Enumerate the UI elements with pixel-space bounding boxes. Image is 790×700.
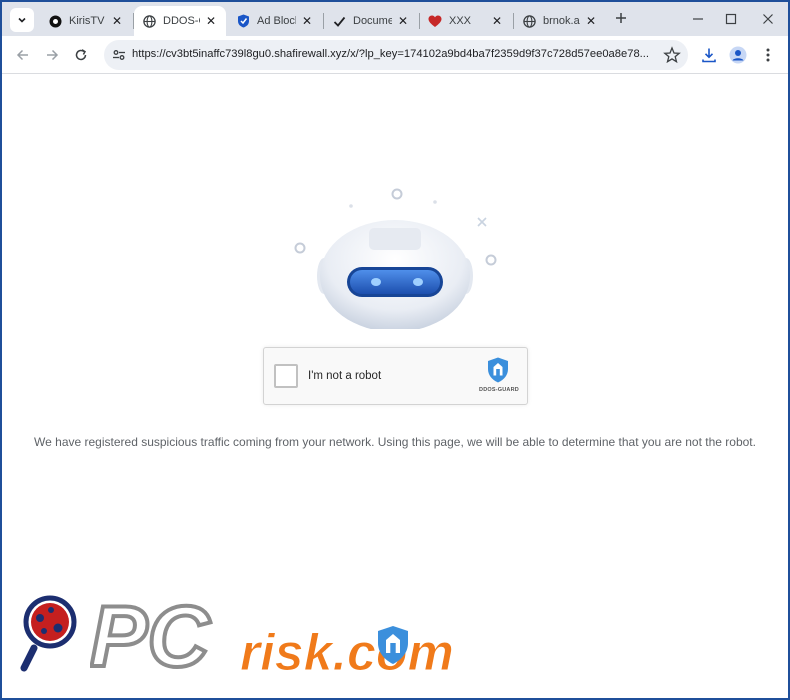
captcha-widget: I'm not a robot DDOS-GUARD [263,347,528,405]
arrow-right-icon [47,49,59,61]
tab-strip: KirisTV – ✕ DDOS-G ✕ Ad Block ✕ Documen … [2,2,788,36]
close-icon[interactable]: ✕ [110,14,124,28]
close-icon[interactable]: ✕ [396,14,410,28]
tab-kiristv[interactable]: KirisTV – ✕ [40,6,132,36]
robot-checkbox[interactable] [274,364,298,388]
captcha-label: I'm not a robot [308,370,382,382]
avatar-icon [729,46,747,64]
tab-search-button[interactable] [10,8,34,32]
globe-icon [522,14,536,28]
site-settings-icon[interactable] [112,48,126,62]
menu-button[interactable] [758,45,778,65]
robot-illustration-icon [294,188,497,329]
tab-title: brnok.ac [543,15,580,27]
wordmark-pc: PC [90,594,211,685]
bookmark-star-icon[interactable] [663,46,681,64]
plus-icon [616,13,626,23]
arrow-left-icon [16,49,28,61]
tab-ddos-guard[interactable]: DDOS-G ✕ [134,6,226,36]
ddos-shield-icon [488,357,508,383]
profile-button[interactable] [728,45,748,65]
downloads-button[interactable] [699,45,719,65]
magnifier-logo-icon [20,595,77,672]
globe-icon [142,14,156,28]
browser-window: KirisTV – ✕ DDOS-G ✕ Ad Block ✕ Documen … [0,0,790,700]
maximize-button[interactable] [719,8,743,30]
minimize-icon [693,18,703,20]
new-tab-button[interactable] [611,9,631,29]
download-icon [702,48,716,63]
heart-icon [428,14,442,28]
tab-title: XXX [449,15,472,27]
close-icon[interactable]: ✕ [584,14,598,28]
circle-logo-icon [48,14,62,28]
ddos-guard-brand: DDOS-GUARD [479,387,519,393]
tab-title: DDOS-G [163,15,200,27]
tab-title: Ad Block [257,15,296,27]
toolbar: https://cv3bt5inaffc739l8gu0.shafirewall… [2,36,788,74]
url-text[interactable]: https://cv3bt5inaffc739l8gu0.shafirewall… [132,48,662,60]
wordmark-risk: risk.com [240,624,454,682]
close-icon [763,14,773,24]
maximize-icon [725,13,737,25]
tab-title: Documen [353,15,392,27]
shield-icon [236,14,250,28]
more-vertical-icon [766,48,770,62]
tab-brnok[interactable]: brnok.ac ✕ [514,6,606,36]
tab-ad-block[interactable]: Ad Block ✕ [228,6,322,36]
warning-message: We have registered suspicious traffic co… [34,435,756,449]
back-button[interactable] [12,44,34,66]
chevron-down-icon [18,17,26,23]
minimize-button[interactable] [686,8,710,30]
reload-button[interactable] [70,44,92,66]
tab-xxx[interactable]: XXX ✕ [420,6,512,36]
ddos-guard-logo: DDOS-GUARD [475,357,519,399]
reload-icon [75,49,87,61]
close-icon[interactable]: ✕ [204,14,218,28]
close-icon[interactable]: ✕ [490,14,504,28]
tab-title: KirisTV – [69,15,106,27]
address-bar[interactable]: https://cv3bt5inaffc739l8gu0.shafirewall… [104,40,688,70]
close-icon[interactable]: ✕ [300,14,314,28]
checkmark-icon [332,14,346,28]
ddos-guard-shield-icon [378,626,408,664]
window-close-button[interactable] [756,8,780,30]
tab-document[interactable]: Documen ✕ [324,6,418,36]
forward-button[interactable] [41,44,63,66]
pcrisk-wordmark: PC risk.com [90,594,454,687]
